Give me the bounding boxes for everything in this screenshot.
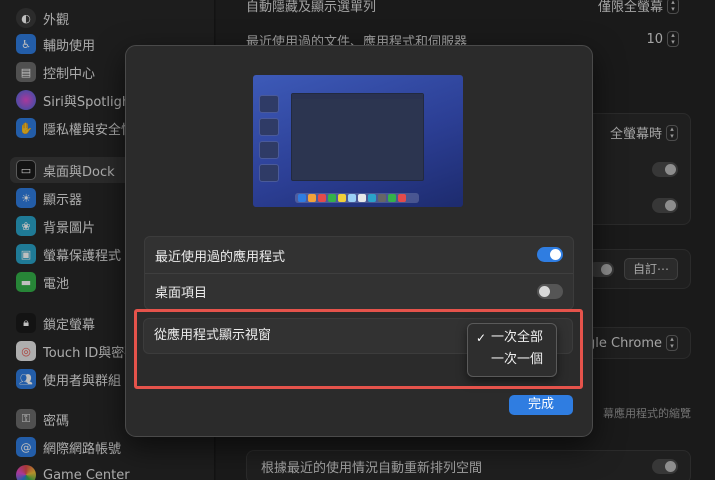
done-button[interactable]: 完成 (509, 395, 573, 415)
highlight-annotation (134, 309, 583, 389)
desktop-items-toggle[interactable] (537, 284, 563, 299)
system-settings-window: ◐ 外觀 ♿ 輔助使用 ▤ 控制中心 Siri與Spotlight ✋ 隱私權與… (0, 0, 715, 480)
preview-window-thumbnail (259, 95, 279, 113)
desktop-items-row: 桌面項目 (145, 273, 573, 309)
preview-window-thumbnail (259, 141, 279, 159)
preview-dock (295, 193, 419, 203)
recent-apps-toggle[interactable] (537, 247, 563, 262)
show-items-options: 最近使用過的應用程式 桌面項目 (144, 236, 574, 310)
desktop-items-label: 桌面項目 (155, 286, 208, 301)
desktop-preview-image (253, 75, 463, 207)
recent-apps-row: 最近使用過的應用程式 (145, 237, 573, 273)
recent-apps-label: 最近使用過的應用程式 (155, 249, 286, 265)
preview-window-thumbnail (259, 164, 279, 182)
preview-window-thumbnail (259, 118, 279, 136)
preview-active-window (291, 93, 424, 181)
